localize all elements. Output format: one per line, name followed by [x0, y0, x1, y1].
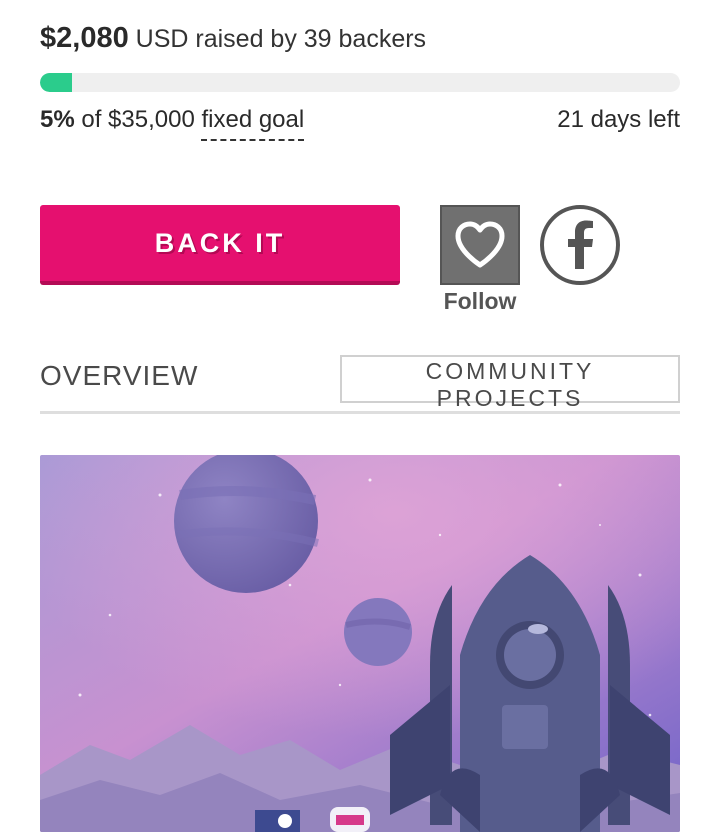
goal-type-link[interactable]: fixed goal	[201, 106, 305, 141]
days-left: 21 days left	[557, 106, 680, 133]
back-it-button[interactable]: BACK IT	[40, 205, 400, 285]
follow-button[interactable]	[440, 205, 520, 285]
percent-funded: 5%	[40, 106, 75, 133]
funding-summary: $2,080 USD raised by 39 backers	[40, 22, 426, 55]
goal-line: 5% of $35,000 fixed goal	[40, 106, 305, 141]
facebook-icon	[568, 220, 593, 269]
facebook-share-button[interactable]	[540, 205, 620, 285]
heart-icon	[455, 221, 505, 268]
tab-community-projects[interactable]: COMMUNITY PROJECTS	[340, 355, 680, 411]
campaign-hero-image	[40, 455, 680, 832]
rocket-illustration	[40, 455, 680, 832]
follow-label[interactable]: Follow	[440, 288, 520, 315]
tab-overview[interactable]: OVERVIEW	[40, 360, 198, 392]
tab-divider	[40, 411, 680, 414]
progress-bar	[40, 73, 680, 92]
progress-bar-fill	[40, 73, 72, 92]
amount-raised: $2,080	[40, 22, 129, 54]
raised-text: USD raised by 39 backers	[128, 25, 427, 53]
goal-amount: of $35,000	[74, 106, 202, 133]
